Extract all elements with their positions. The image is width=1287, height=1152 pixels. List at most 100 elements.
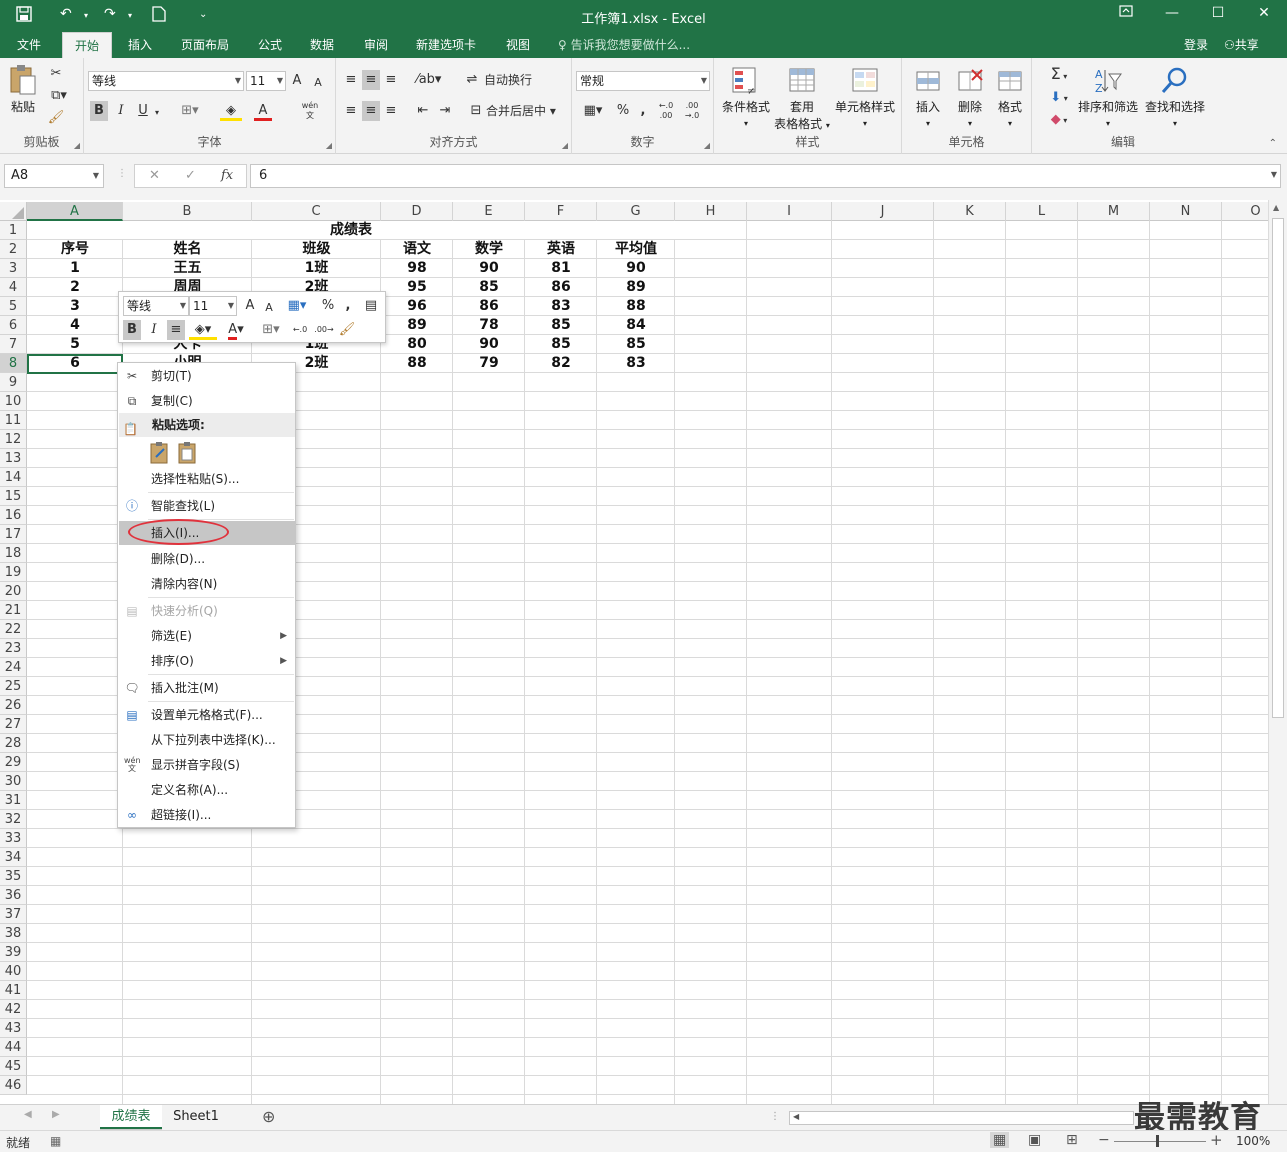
select-all-corner[interactable]	[0, 202, 27, 221]
cell-D5[interactable]: 96	[381, 297, 453, 316]
borders-icon[interactable]: ⊞▾	[176, 101, 204, 121]
tab-home[interactable]: 开始	[62, 32, 112, 58]
cell-F8[interactable]: 82	[525, 354, 597, 373]
row-header-30[interactable]: 30	[0, 772, 27, 791]
shrink-font-icon[interactable]: A	[312, 73, 324, 93]
vertical-scroll-thumb[interactable]	[1272, 218, 1284, 718]
fill-color-icon[interactable]: ◈	[220, 101, 242, 121]
underline-button[interactable]: U	[134, 101, 152, 121]
dialog-launcher-icon[interactable]: ◢	[704, 141, 710, 150]
cell-E8[interactable]: 79	[453, 354, 525, 373]
add-sheet-icon[interactable]: ⊕	[262, 1107, 275, 1126]
undo-dropdown-icon[interactable]: ▾	[84, 11, 88, 20]
grow-font-icon[interactable]: A	[243, 296, 257, 316]
row-header-17[interactable]: 17	[0, 525, 27, 544]
cell-G5[interactable]: 88	[597, 297, 675, 316]
cell-styles-button[interactable]: 单元格样式 ▾	[832, 66, 898, 129]
cell-G6[interactable]: 84	[597, 316, 675, 335]
row-header-11[interactable]: 11	[0, 411, 27, 430]
cell-A5[interactable]: 3	[27, 297, 123, 316]
sign-in-link[interactable]: 登录	[1184, 32, 1208, 58]
scroll-left-icon[interactable]: ◀	[24, 1109, 32, 1120]
tab-splitter-icon[interactable]: ⋮	[770, 1111, 780, 1122]
row-header-34[interactable]: 34	[0, 848, 27, 867]
align-center-icon[interactable]: ≡	[167, 320, 185, 340]
cell-E5[interactable]: 86	[453, 297, 525, 316]
column-header-L[interactable]: L	[1006, 202, 1078, 221]
tab-page-layout[interactable]: 页面布局	[172, 32, 238, 58]
row-header-39[interactable]: 39	[0, 943, 27, 962]
dialog-launcher-icon[interactable]: ◢	[562, 141, 568, 150]
zoom-in-icon[interactable]: +	[1210, 1131, 1223, 1149]
name-box[interactable]: A8 ▼	[4, 164, 104, 188]
increase-decimal-icon[interactable]: ←.0.00	[654, 101, 678, 121]
cell-D3[interactable]: 98	[381, 259, 453, 278]
column-header-A[interactable]: A	[27, 202, 123, 221]
menu-item-define-name[interactable]: 定义名称(A)...	[119, 778, 295, 802]
format-painter-icon[interactable]: 🖌	[337, 320, 357, 340]
orientation-icon[interactable]: ⁄ab▾	[414, 70, 444, 90]
row-header-35[interactable]: 35	[0, 867, 27, 886]
cell-G8[interactable]: 83	[597, 354, 675, 373]
cell-F3[interactable]: 81	[525, 259, 597, 278]
tab-formulas[interactable]: 公式	[250, 32, 290, 58]
wrap-text-icon[interactable]: ⇌	[464, 70, 480, 90]
grow-font-icon[interactable]: A	[290, 71, 304, 91]
menu-item-copy[interactable]: ⧉ 复制(C)	[119, 389, 295, 413]
clear-icon[interactable]: ◆ ▾	[1042, 110, 1076, 130]
zoom-out-icon[interactable]: −	[1098, 1132, 1110, 1148]
row-header-27[interactable]: 27	[0, 715, 27, 734]
row-header-4[interactable]: 4	[0, 278, 27, 297]
row-header-2[interactable]: 2	[0, 240, 27, 259]
scroll-up-icon[interactable]: ▲	[1273, 203, 1279, 212]
cell-A7[interactable]: 5	[27, 335, 123, 354]
font-color-icon[interactable]: A	[254, 101, 272, 121]
row-header-25[interactable]: 25	[0, 677, 27, 696]
cell-D2[interactable]: 语文	[381, 240, 453, 259]
horizontal-scrollbar[interactable]: ◀	[789, 1111, 1134, 1125]
format-cells-button[interactable]: 格式 ▾	[992, 66, 1028, 129]
expand-formula-icon[interactable]: ▼	[1271, 170, 1277, 179]
format-painter-icon[interactable]: 🖌	[46, 108, 66, 128]
accounting-format-icon[interactable]: ▦▾	[283, 296, 311, 316]
insert-function-icon[interactable]: fx	[221, 168, 233, 183]
decrease-decimal-icon[interactable]: .00→	[313, 320, 335, 340]
row-header-10[interactable]: 10	[0, 392, 27, 411]
column-header-K[interactable]: K	[934, 202, 1006, 221]
fill-icon[interactable]: ⬇ ▾	[1042, 88, 1076, 108]
cell-A3[interactable]: 1	[27, 259, 123, 278]
share-button[interactable]: ⚇共享	[1224, 32, 1259, 58]
row-header-41[interactable]: 41	[0, 981, 27, 1000]
menu-item-hyperlink[interactable]: ∞ 超链接(I)...	[119, 803, 295, 827]
row-header-36[interactable]: 36	[0, 886, 27, 905]
cell-E6[interactable]: 78	[453, 316, 525, 335]
ribbon-display-icon[interactable]	[1111, 5, 1141, 21]
column-header-N[interactable]: N	[1150, 202, 1222, 221]
accounting-format-icon[interactable]: ▦▾	[578, 101, 608, 121]
row-header-33[interactable]: 33	[0, 829, 27, 848]
cell-F2[interactable]: 英语	[525, 240, 597, 259]
italic-button[interactable]: I	[145, 320, 163, 340]
cell-F6[interactable]: 85	[525, 316, 597, 335]
cell-D8[interactable]: 88	[381, 354, 453, 373]
row-header-23[interactable]: 23	[0, 639, 27, 658]
percent-button[interactable]: %	[614, 101, 632, 121]
zoom-level[interactable]: 100%	[1236, 1134, 1270, 1148]
cell-C3[interactable]: 1班	[252, 259, 381, 278]
cell-E2[interactable]: 数学	[453, 240, 525, 259]
cell-D6[interactable]: 89	[381, 316, 453, 335]
row-header-24[interactable]: 24	[0, 658, 27, 677]
menu-item-format-cells[interactable]: ▤ 设置单元格格式(F)...	[119, 703, 295, 727]
vertical-scrollbar[interactable]: ▲	[1268, 200, 1287, 1104]
copy-icon[interactable]: ⧉▾	[46, 86, 72, 106]
cell-G4[interactable]: 89	[597, 278, 675, 297]
cell-A6[interactable]: 4	[27, 316, 123, 335]
tab-new-tab[interactable]: 新建选项卡	[410, 32, 482, 58]
menu-item-pick-from-list[interactable]: 从下拉列表中选择(K)...	[119, 728, 295, 752]
menu-item-sort[interactable]: 排序(O) ▶	[119, 649, 295, 673]
menu-item-filter[interactable]: 筛选(E) ▶	[119, 624, 295, 648]
font-name-combo[interactable]: 等线 ▼	[88, 71, 244, 91]
row-header-26[interactable]: 26	[0, 696, 27, 715]
close-button[interactable]: ✕	[1249, 5, 1279, 21]
autosum-icon[interactable]: Σ ▾	[1042, 64, 1076, 84]
